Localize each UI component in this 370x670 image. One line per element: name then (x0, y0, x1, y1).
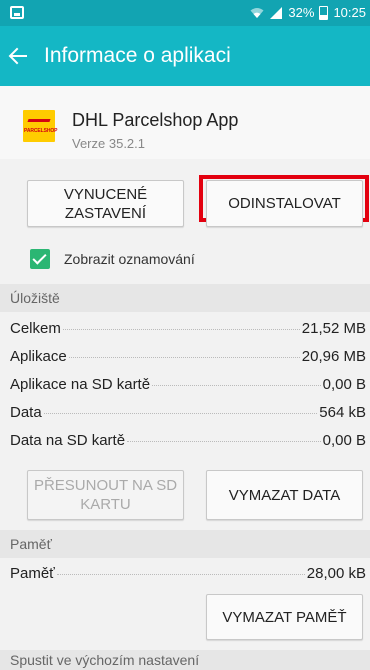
storage-row-total: Celkem 21,52 MB (10, 320, 366, 340)
row-label: Aplikace (10, 348, 67, 365)
row-value: 20,96 MB (301, 348, 366, 365)
memory-row: Paměť 28,00 kB (10, 565, 366, 585)
wifi-icon (250, 6, 264, 20)
storage-row-app-sd: Aplikace na SD kartě 0,00 B (10, 376, 366, 396)
dhl-app-icon: PARCELSHOP (23, 110, 58, 142)
uninstall-button[interactable]: ODINSTALOVAT (206, 180, 363, 227)
storage-row-data: Data 564 kB (10, 404, 366, 424)
row-value: 564 kB (319, 404, 366, 421)
row-value: 28,00 kB (306, 565, 366, 582)
row-value: 21,52 MB (301, 320, 366, 337)
row-value: 0,00 B (322, 432, 366, 449)
storage-row-data-sd: Data na SD kartě 0,00 B (10, 432, 366, 452)
row-leader (68, 357, 300, 358)
defaults-section-header: Spustit ve výchozím nastavení (0, 650, 370, 670)
row-leader (43, 413, 318, 414)
app-icon-tag: PARCELSHOP (24, 128, 58, 134)
battery-percent: 32% (288, 5, 315, 20)
back-arrow-icon[interactable] (8, 46, 28, 66)
row-label: Data (10, 404, 42, 421)
storage-row-app: Aplikace 20,96 MB (10, 348, 366, 368)
row-leader (152, 385, 321, 386)
row-label: Data na SD kartě (10, 432, 126, 449)
row-value: 0,00 B (322, 376, 366, 393)
row-leader (56, 574, 305, 575)
app-name: DHL Parcelshop App (72, 110, 239, 130)
notifications-checkbox[interactable] (30, 249, 50, 269)
status-bar: 32% 10:25 (0, 0, 370, 26)
notifications-row[interactable]: Zobrazit oznamování (30, 249, 195, 269)
notifications-label: Zobrazit oznamování (64, 251, 195, 267)
clock: 10:25 (333, 5, 366, 20)
app-header: PARCELSHOP DHL Parcelshop App Verze 35.2… (0, 86, 370, 159)
signal-icon (269, 6, 283, 20)
dhl-logo-stripe (27, 119, 51, 122)
clear-cache-button[interactable]: VYMAZAT PAMĚŤ (206, 594, 363, 640)
row-leader (127, 441, 321, 442)
row-label: Paměť (10, 565, 55, 582)
gallery-icon (10, 6, 24, 19)
storage-section-header: Úložiště (0, 284, 370, 312)
move-to-sd-button[interactable]: PŘESUNOUT NA SD KARTU (27, 470, 184, 520)
row-leader (62, 329, 300, 330)
row-label: Aplikace na SD kartě (10, 376, 151, 393)
clear-data-button[interactable]: VYMAZAT DATA (206, 470, 363, 520)
status-right: 32% 10:25 (250, 5, 366, 20)
force-stop-button[interactable]: VYNUCENÉ ZASTAVENÍ (27, 180, 184, 227)
app-bar: Informace o aplikaci (0, 26, 370, 86)
row-label: Celkem (10, 320, 61, 337)
app-version: Verze 35.2.1 (72, 136, 145, 151)
battery-icon (319, 5, 329, 20)
page-title: Informace o aplikaci (44, 44, 231, 67)
memory-section-header: Paměť (0, 530, 370, 558)
